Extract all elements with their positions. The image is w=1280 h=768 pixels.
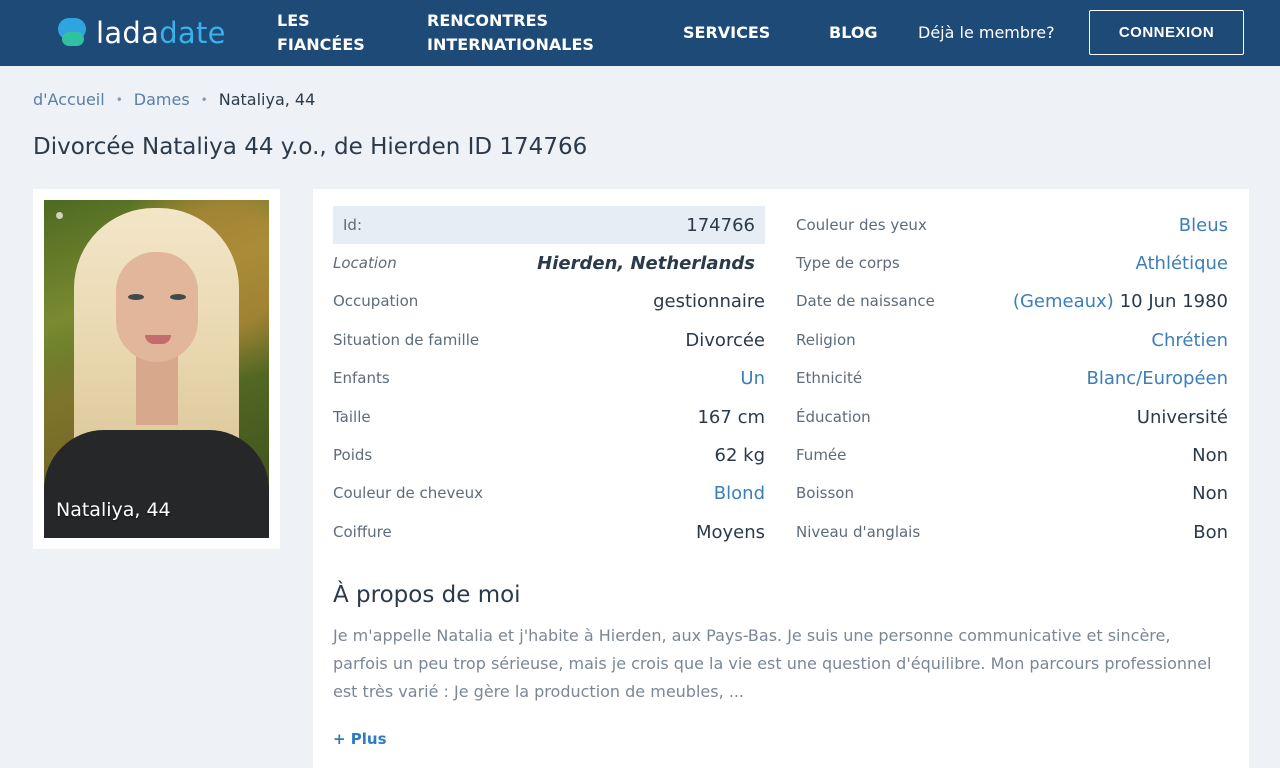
detail-row-religion: Religion Chrétien [796,321,1228,359]
about-text: Je m'appelle Natalia et j'habite à Hierd… [333,626,1212,701]
detail-value: Non [1192,444,1228,466]
detail-label: Id: [343,216,362,234]
detail-label: Taille [333,408,371,426]
detail-value-link[interactable]: Un [740,368,765,389]
detail-row-hair-color: Couleur de cheveux Blond [333,474,765,512]
detail-label: Couleur de cheveux [333,484,483,502]
detail-label: Poids [333,446,373,464]
detail-value: Divorcée [685,329,765,351]
breadcrumb: d'Accueil • Dames • Nataliya, 44 [33,90,315,109]
detail-row-body-type: Type de corps Athlétique [796,244,1228,282]
nav-blog[interactable]: BLOG [829,21,878,45]
detail-row-smoking: Fumée Non [796,436,1228,474]
detail-label: Religion [796,331,856,349]
paren-close: ) [1106,290,1114,312]
profile-details-card: Id: 174766 Location Hierden, Netherlands… [313,189,1249,768]
detail-row-weight: Poids 62 kg [333,436,765,474]
detail-value: Hierden, Netherlands [537,252,755,274]
photo-indicator-dot [56,212,63,219]
profile-photo[interactable]: Nataliya, 44 [44,200,269,538]
detail-row-birth-date: Date de naissance (Gemeaux) 10 Jun 1980 [796,282,1228,320]
detail-row-occupation: Occupation gestionnaire [333,282,765,320]
detail-label: Niveau d'anglais [796,523,921,541]
profile-photo-card: Nataliya, 44 [33,189,280,549]
site-header: ladadate LES FIANCÉES RENCONTRES INTERNA… [0,0,1280,66]
zodiac-link[interactable]: Gemeaux [1020,291,1107,312]
detail-label: Fumée [796,446,847,464]
nav-fiancees[interactable]: LES FIANCÉES [277,9,365,57]
detail-value-link[interactable]: Blond [714,483,765,504]
about-title: À propos de moi [333,582,521,608]
detail-value: 62 kg [714,444,765,466]
breadcrumb-home[interactable]: d'Accueil [33,90,105,109]
detail-value: gestionnaire [653,290,765,312]
detail-label: Coiffure [333,523,392,541]
detail-label: Type de corps [796,254,900,272]
detail-value: (Gemeaux) 10 Jun 1980 [1013,291,1228,312]
detail-label: Ethnicité [796,369,863,387]
detail-label: Occupation [333,292,419,310]
breadcrumb-current: Nataliya, 44 [218,90,316,109]
detail-value: 167 cm [697,406,765,428]
chat-bubble-icon [56,16,90,50]
detail-value-link[interactable]: Blanc/Européen [1086,368,1228,389]
detail-row-height: Taille 167 cm [333,398,765,436]
detail-row-drinking: Boisson Non [796,474,1228,512]
detail-value-link[interactable]: Chrétien [1151,330,1228,351]
detail-row-eye-color: Couleur des yeux Bleus [796,206,1228,244]
site-logo[interactable]: ladadate [56,15,226,51]
nav-member[interactable]: Déjà le membre? [918,21,1055,45]
breadcrumb-separator: • [200,92,208,107]
detail-row-marital-status: Situation de famille Divorcée [333,321,765,359]
paren-open: ( [1012,290,1020,312]
detail-label: Couleur des yeux [796,216,927,234]
detail-value: Université [1136,406,1228,428]
breadcrumb-separator: • [115,92,123,107]
detail-value: Moyens [695,521,765,543]
detail-label: Boisson [796,484,854,502]
detail-label: Situation de famille [333,331,480,349]
detail-value-link[interactable]: Bleus [1179,215,1228,236]
detail-label: Date de naissance [796,292,935,310]
detail-row-children: Enfants Un [333,359,765,397]
read-more-link[interactable]: + Plus [333,730,387,748]
birth-date: 10 Jun 1980 [1119,290,1228,312]
nav-international[interactable]: RENCONTRES INTERNATIONALES [427,9,594,57]
detail-row-english-level: Niveau d'anglais Bon [796,513,1228,551]
photo-caption: Nataliya, 44 [56,499,171,521]
logo-text: ladadate [96,16,226,50]
detail-label: Location [333,254,397,272]
detail-row-ethnicity: Ethnicité Blanc/Européen [796,359,1228,397]
detail-label: Enfants [333,369,390,387]
detail-value: Non [1192,482,1228,504]
detail-row-hairstyle: Coiffure Moyens [333,513,765,551]
detail-value: Bon [1193,521,1228,543]
detail-row-location: Location Hierden, Netherlands [333,244,765,282]
detail-row-id: Id: 174766 [333,206,765,244]
nav-services[interactable]: SERVICES [683,21,770,45]
detail-value: 174766 [686,214,755,236]
detail-label: Éducation [796,408,871,426]
detail-row-education: Éducation Université [796,398,1228,436]
breadcrumb-ladies[interactable]: Dames [134,90,190,109]
page-title: Divorcée Nataliya 44 y.o., de Hierden ID… [33,134,588,160]
detail-value-link[interactable]: Athlétique [1135,253,1228,274]
login-button[interactable]: CONNEXION [1089,10,1244,55]
